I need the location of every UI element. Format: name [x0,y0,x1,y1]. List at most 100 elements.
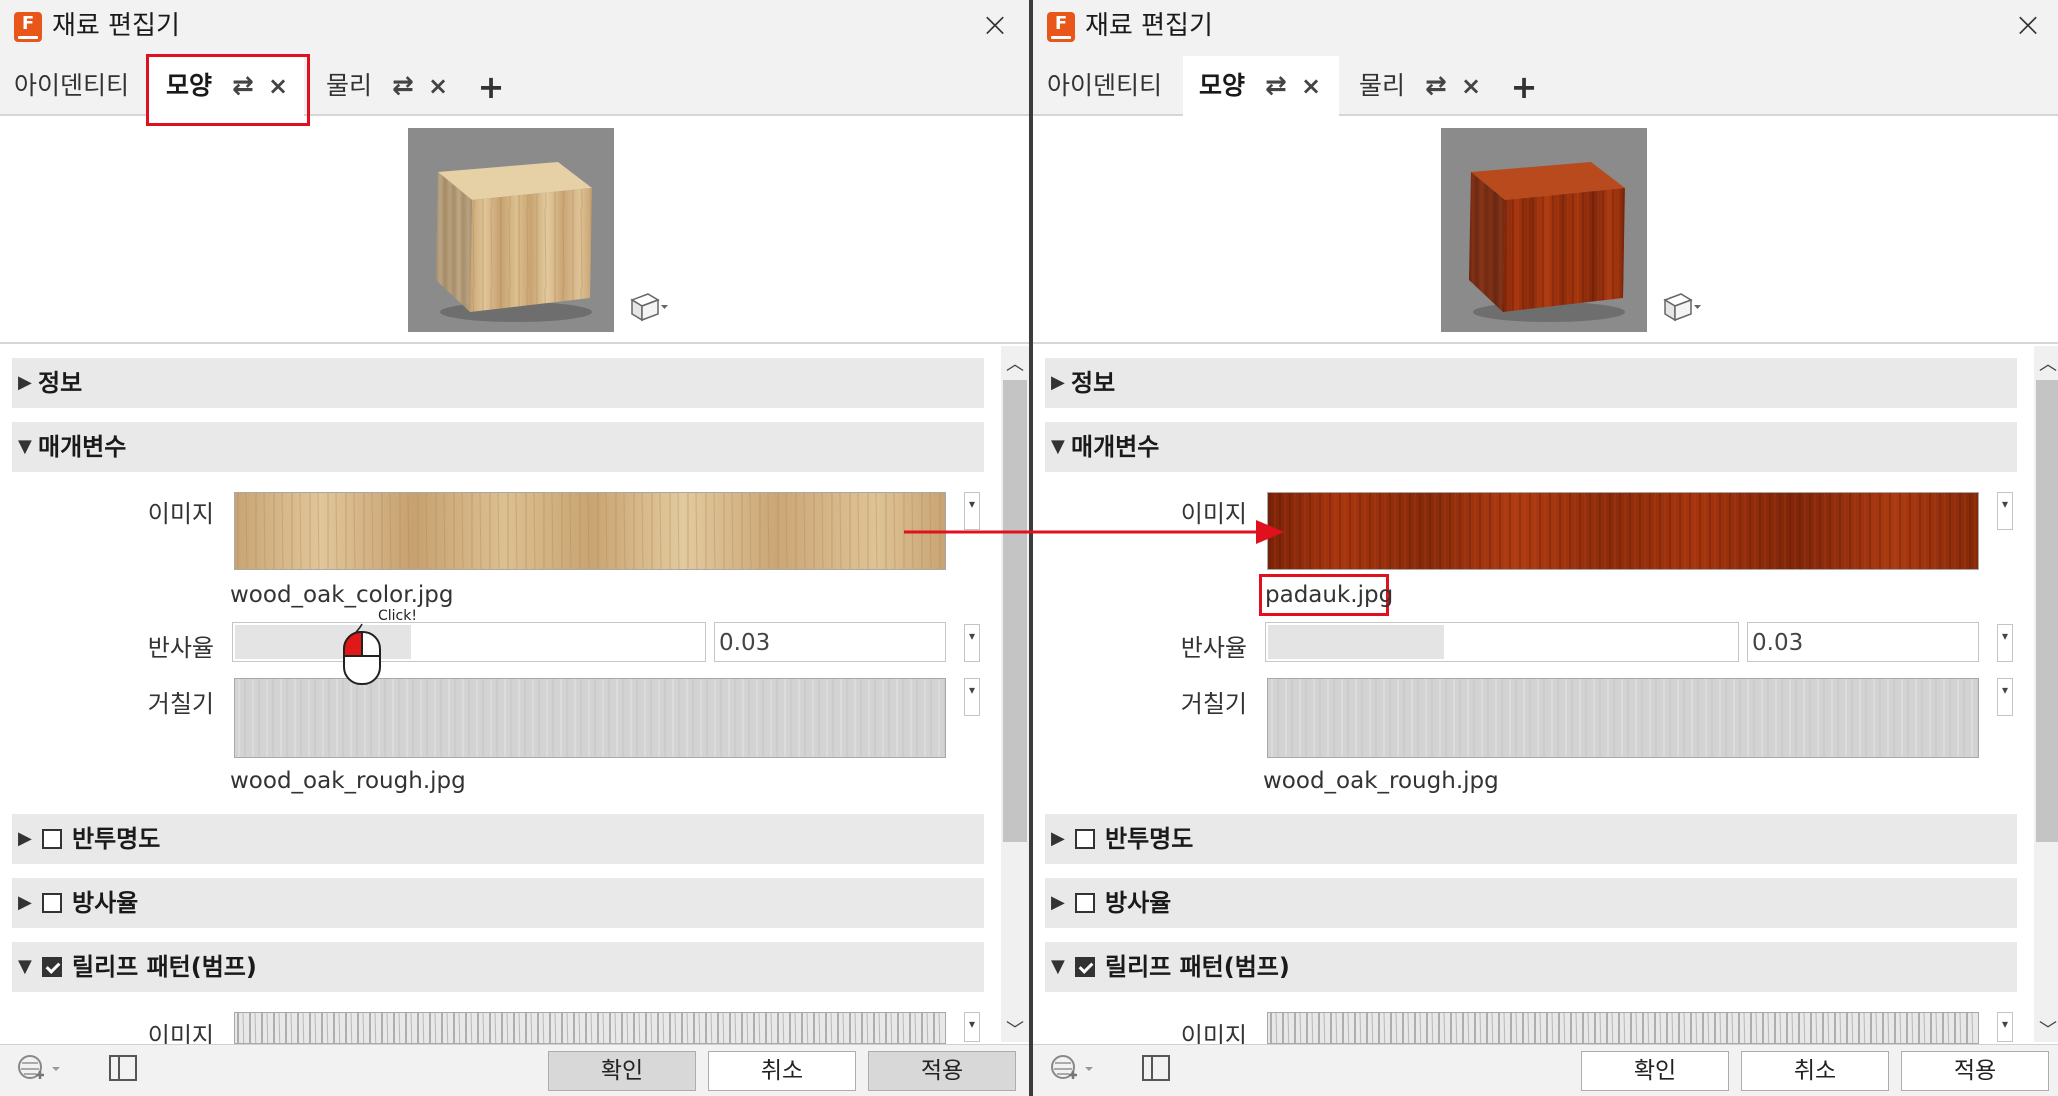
tab-physical[interactable]: 물리 ⇄ × [312,56,462,116]
image-label: 이미지 [1180,500,1247,528]
tab-close-icon[interactable]: × [1301,56,1321,116]
scroll-down-icon[interactable]: ﹀ [2034,1016,2058,1042]
scroll-thumb[interactable] [1003,380,1027,842]
expand-triangle-icon[interactable]: ▼ [18,422,32,472]
section-title: 정보 [1071,369,1116,397]
dropdown-icon[interactable]: ▾ [964,492,980,530]
reflectance-slider[interactable] [1265,622,1739,662]
roughness-label: 거칠기 [147,690,214,718]
reflectance-label: 반사율 [147,634,214,662]
section-parameters[interactable]: ▼ 매개변수 [1045,422,2017,472]
section-bump[interactable]: ▼ 릴리프 패턴(범프) [12,942,984,992]
dropdown-icon[interactable]: ▾ [964,1012,980,1042]
reflectance-input[interactable]: 0.03 [1747,622,1979,662]
apply-button[interactable]: 적용 [1901,1051,2049,1091]
expand-triangle-icon[interactable]: ▶ [18,814,32,864]
roughness-swatch[interactable] [234,678,946,758]
tab-physical[interactable]: 물리 ⇄ × [1345,56,1495,116]
image-label: 이미지 [147,500,214,528]
tab-identity[interactable]: 아이덴티티 [1033,56,1179,116]
app-icon: F [14,12,42,42]
close-icon[interactable]: × [979,8,1011,42]
render-settings-icon[interactable] [16,1053,62,1091]
section-transparency[interactable]: ▶ 반투명도 [1045,814,2017,864]
reflectance-input[interactable]: 0.03 [714,622,946,662]
dropdown-icon[interactable]: ▾ [964,678,980,716]
expand-triangle-icon[interactable]: ▶ [1051,358,1065,408]
expand-triangle-icon[interactable]: ▼ [1051,942,1065,992]
bottom-bar: 확인 취소 적용 [0,1044,1029,1096]
section-transparency[interactable]: ▶ 반투명도 [12,814,984,864]
section-info[interactable]: ▶ 정보 [1045,358,2017,408]
render-settings-icon[interactable] [1049,1053,1095,1091]
checkbox-icon[interactable] [1075,957,1095,977]
bottom-bar: 확인 취소 적용 [1033,1044,2058,1096]
swap-icon[interactable]: ⇄ [392,56,414,116]
layout-panel-icon[interactable] [108,1053,138,1089]
section-emission[interactable]: ▶ 방사율 [1045,878,2017,928]
section-info[interactable]: ▶ 정보 [12,358,984,408]
expand-triangle-icon[interactable]: ▼ [1051,422,1065,472]
checkbox-icon[interactable] [1075,893,1095,913]
close-icon[interactable]: × [2012,8,2044,42]
expand-triangle-icon[interactable]: ▶ [18,878,32,928]
scroll-up-icon[interactable]: ︿ [2034,350,2058,376]
section-title: 방사율 [1105,889,1172,917]
image-filename: wood_oak_color.jpg [230,582,454,608]
vertical-scrollbar[interactable]: ︿ ﹀ [1001,346,1029,1042]
reflectance-label: 반사율 [1180,634,1247,662]
tab-close-icon[interactable]: × [428,56,448,116]
tab-identity[interactable]: 아이덴티티 [0,56,146,116]
tab-close-icon[interactable]: × [1461,56,1481,116]
ok-button[interactable]: 확인 [548,1051,696,1091]
section-title: 릴리프 패턴(범프) [1105,953,1290,981]
image-swatch[interactable] [234,492,946,570]
section-bump[interactable]: ▼ 릴리프 패턴(범프) [1045,942,2017,992]
section-title: 매개변수 [1071,433,1160,461]
scroll-thumb[interactable] [2036,380,2058,842]
expand-triangle-icon[interactable]: ▶ [1051,878,1065,928]
expand-triangle-icon[interactable]: ▼ [18,942,32,992]
expand-triangle-icon[interactable]: ▶ [18,358,32,408]
ok-button[interactable]: 확인 [1581,1051,1729,1091]
apply-button[interactable]: 적용 [868,1051,1016,1091]
cancel-button[interactable]: 취소 [1741,1051,1889,1091]
tab-appearance[interactable]: 모양 ⇄ × [1183,56,1339,118]
dropdown-icon[interactable]: ▾ [1997,492,2013,530]
expand-triangle-icon[interactable]: ▶ [1051,814,1065,864]
window-title: 재료 편집기 [52,11,180,41]
add-tab-icon[interactable]: + [1507,56,1541,116]
mouse-click-icon [342,622,382,686]
swap-icon[interactable]: ⇄ [1425,56,1447,116]
checkbox-icon[interactable] [42,893,62,913]
image-swatch[interactable] [1267,492,1979,570]
swap-icon[interactable]: ⇄ [1265,56,1287,116]
checkbox-icon[interactable] [42,829,62,849]
scroll-up-icon[interactable]: ︿ [1001,350,1029,376]
layout-panel-icon[interactable] [1141,1053,1171,1089]
checkbox-icon[interactable] [1075,829,1095,849]
tab-highlight [146,54,310,126]
roughness-swatch[interactable] [1267,678,1979,758]
dropdown-icon[interactable]: ▾ [1997,624,2013,662]
material-editor-panel-right: F 재료 편집기 × 아이덴티티 모양 ⇄ × 물리 ⇄ × + ▶ 정보 ▼ … [1033,0,2058,1096]
dropdown-icon[interactable]: ▾ [1997,1012,2013,1042]
divider [0,342,1029,344]
section-parameters[interactable]: ▼ 매개변수 [12,422,984,472]
dropdown-icon[interactable]: ▾ [964,624,980,662]
vertical-scrollbar[interactable]: ︿ ﹀ [2034,346,2058,1042]
dropdown-icon[interactable]: ▾ [1997,678,2013,716]
section-title: 반투명도 [1105,825,1194,853]
checkbox-icon[interactable] [42,957,62,977]
divider [1033,342,2058,344]
cube-view-icon[interactable] [1661,290,1701,324]
reflectance-slider[interactable] [232,622,706,662]
cube-view-icon[interactable] [628,290,668,324]
section-emission[interactable]: ▶ 방사율 [12,878,984,928]
bump-swatch[interactable] [1267,1012,1979,1044]
add-tab-icon[interactable]: + [474,56,508,116]
cancel-button[interactable]: 취소 [708,1051,856,1091]
bump-swatch[interactable] [234,1012,946,1044]
tab-bar: 아이덴티티 모양 ⇄ × 물리 ⇄ × + [1033,56,2058,118]
scroll-down-icon[interactable]: ﹀ [1001,1016,1029,1042]
